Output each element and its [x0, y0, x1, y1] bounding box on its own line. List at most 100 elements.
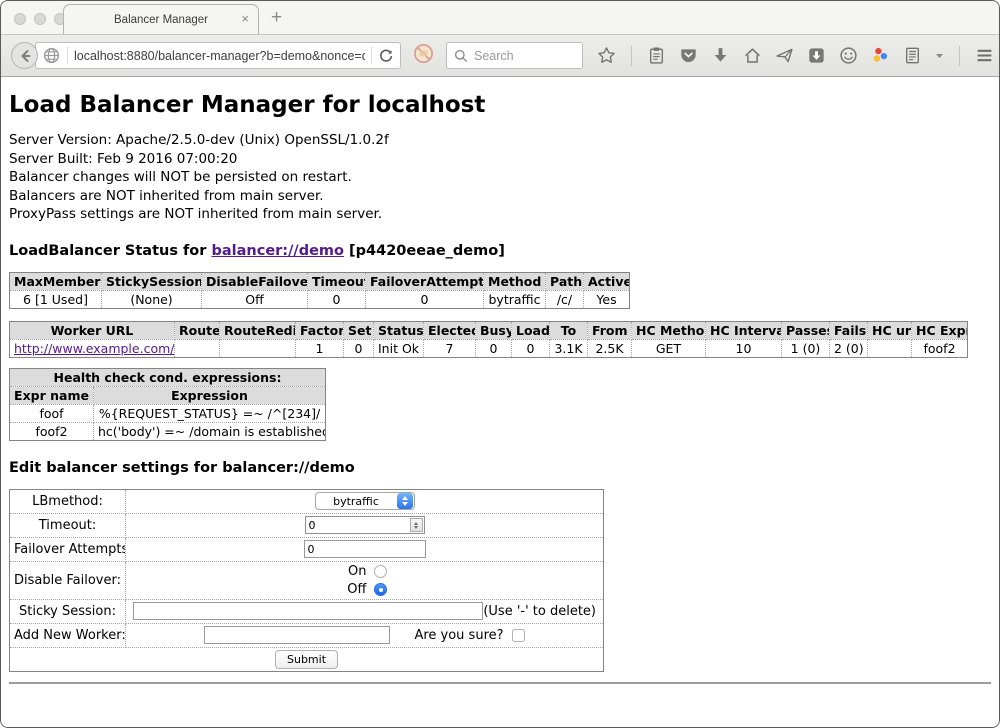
status-heading-prefix: LoadBalancer Status for	[9, 243, 211, 259]
search-bar[interactable]: Search	[446, 42, 583, 69]
cell-routeredir	[220, 339, 296, 357]
cell-status: Init Ok	[374, 339, 424, 357]
disable-failover-label: Disable Failover:	[10, 561, 126, 599]
col-fails: Fails	[830, 321, 868, 339]
radio-off-label: Off	[343, 582, 367, 597]
sticky-session-hint: (Use '-' to delete)	[483, 604, 596, 619]
page-content: Load Balancer Manager for localhost Serv…	[1, 77, 999, 728]
window-controls[interactable]	[14, 13, 66, 25]
col-expression: Expression	[94, 386, 326, 404]
timeout-input-field[interactable]	[306, 519, 410, 532]
back-button[interactable]	[11, 42, 38, 69]
failover-attempts-input[interactable]	[304, 540, 426, 558]
health-check-table: Health check cond. expressions: Expr nam…	[9, 368, 326, 441]
minimize-window-button[interactable]	[34, 13, 46, 25]
sticky-session-input[interactable]	[133, 602, 483, 620]
are-you-sure-label: Are you sure?	[414, 628, 503, 643]
close-window-button[interactable]	[14, 13, 26, 25]
timeout-input[interactable]	[305, 516, 425, 534]
save-to-device-icon[interactable]	[807, 46, 826, 65]
page-title: Load Balancer Manager for localhost	[9, 77, 991, 118]
col-worker-url: Worker URL	[10, 321, 175, 339]
server-info: Server Version: Apache/2.5.0-dev (Unix) …	[9, 131, 991, 224]
col-set: Set	[344, 321, 374, 339]
reload-icon[interactable]	[378, 48, 394, 64]
inherit-note-line: Balancers are NOT inherited from main se…	[9, 187, 991, 206]
balancer-demo-link[interactable]: balancer://demo	[211, 243, 344, 259]
col-hc-method: HC Method	[632, 321, 706, 339]
pocket-icon[interactable]	[679, 46, 698, 65]
col-failoverattempts: FailoverAttempts	[366, 272, 484, 290]
menu-hamburger-icon[interactable]	[975, 46, 994, 65]
submit-button[interactable]: Submit	[275, 650, 338, 669]
send-tab-icon[interactable]	[775, 46, 794, 65]
status-heading-suffix: [p4420eeae_demo]	[344, 243, 505, 259]
home-icon[interactable]	[743, 46, 762, 65]
clipboard-icon[interactable]	[647, 46, 666, 65]
notes-panel-icon[interactable]	[903, 46, 922, 65]
col-busy: Busy	[476, 321, 512, 339]
disable-failover-off-radio[interactable]	[374, 583, 387, 596]
edit-balancer-heading: Edit balancer settings for balancer://de…	[9, 460, 991, 476]
lbmethod-select[interactable]: bytraffic	[315, 492, 415, 510]
add-worker-label: Add New Worker:	[10, 623, 126, 647]
cell-active: Yes	[584, 290, 630, 308]
worker-status-table: Worker URL Route RouteRedir Factor Set S…	[9, 321, 968, 358]
tab-title: Balancer Manager	[114, 14, 208, 26]
timeout-label: Timeout:	[10, 513, 126, 537]
feedback-smiley-icon[interactable]	[839, 46, 858, 65]
sticky-session-row: Sticky Session: (Use '-' to delete)	[10, 599, 604, 623]
dropdown-caret-icon[interactable]	[935, 51, 944, 60]
col-disablefailover: DisableFailover	[202, 272, 308, 290]
downloads-icon[interactable]	[711, 46, 730, 65]
bookmark-star-icon[interactable]	[597, 46, 616, 65]
url-text[interactable]: localhost:8880/balancer-manager?b=demo&n…	[74, 49, 365, 63]
disable-failover-on-radio[interactable]	[374, 565, 387, 578]
cell-hc-interval: 10	[706, 339, 782, 357]
cell-expr-name: foof	[10, 404, 94, 422]
col-maxmembers: MaxMembers	[10, 272, 102, 290]
balancer-table-data-row: 6 [1 Used] (None) Off 0 0 bytraffic /c/ …	[10, 290, 630, 308]
add-worker-row: Add New Worker: Are you sure?	[10, 623, 604, 647]
number-stepper-icon[interactable]	[410, 518, 423, 532]
bottom-divider	[9, 682, 991, 684]
timeout-row: Timeout:	[10, 513, 604, 537]
tab-close-icon[interactable]: ×	[241, 12, 249, 26]
add-worker-input[interactable]	[204, 626, 390, 644]
col-factor: Factor	[296, 321, 344, 339]
lbmethod-selected-value: bytraffic	[316, 495, 397, 508]
balancer-status-table: MaxMembers StickySession DisableFailover…	[9, 272, 630, 309]
failover-attempts-label: Failover Attempts:	[10, 537, 126, 561]
tab-balancer-manager[interactable]: Balancer Manager ×	[63, 4, 259, 34]
url-bar[interactable]: localhost:8880/balancer-manager?b=demo&n…	[35, 42, 401, 69]
urlbar-divider	[371, 47, 372, 64]
server-built-line: Server Built: Feb 9 2016 07:00:20	[9, 150, 991, 169]
are-you-sure-checkbox[interactable]	[512, 629, 525, 642]
radio-on-label: On	[343, 564, 367, 579]
worker-table-data-row: http://www.example.com/ 1 0 Init Ok 7 0 …	[10, 339, 968, 357]
browser-window: Balancer Manager × + localhost:8880/bala…	[0, 0, 1000, 728]
col-to: To	[550, 321, 588, 339]
col-path: Path	[546, 272, 584, 290]
edit-balancer-form: LBmethod: bytraffic Timeout:	[9, 489, 604, 672]
col-from: From	[588, 321, 632, 339]
cell-hc-uri	[868, 339, 912, 357]
search-placeholder: Search	[474, 49, 514, 63]
cell-expression: hc('body') =~ /domain is established/	[94, 422, 326, 440]
cell-method: bytraffic	[484, 290, 546, 308]
worker-url-link[interactable]: http://www.example.com/	[14, 341, 174, 356]
proxypass-note-line: ProxyPass settings are NOT inherited fro…	[9, 205, 991, 224]
content-blocker-icon[interactable]	[413, 43, 434, 69]
new-tab-button[interactable]: +	[271, 7, 282, 29]
lbmethod-label: LBmethod:	[10, 489, 126, 513]
col-routeredir: RouteRedir	[220, 321, 296, 339]
health-table-row-foof2: foof2 hc('body') =~ /domain is establish…	[10, 422, 326, 440]
cell-hc-expr: foof2	[912, 339, 968, 357]
failover-attempts-row: Failover Attempts:	[10, 537, 604, 561]
balancer-table-header-row: MaxMembers StickySession DisableFailover…	[10, 272, 630, 290]
cell-stickysession: (None)	[102, 290, 202, 308]
extension-dots-icon[interactable]	[871, 46, 890, 65]
col-timeout: Timeout	[308, 272, 366, 290]
col-stickysession: StickySession	[102, 272, 202, 290]
health-table-header-row: Expr name Expression	[10, 386, 326, 404]
